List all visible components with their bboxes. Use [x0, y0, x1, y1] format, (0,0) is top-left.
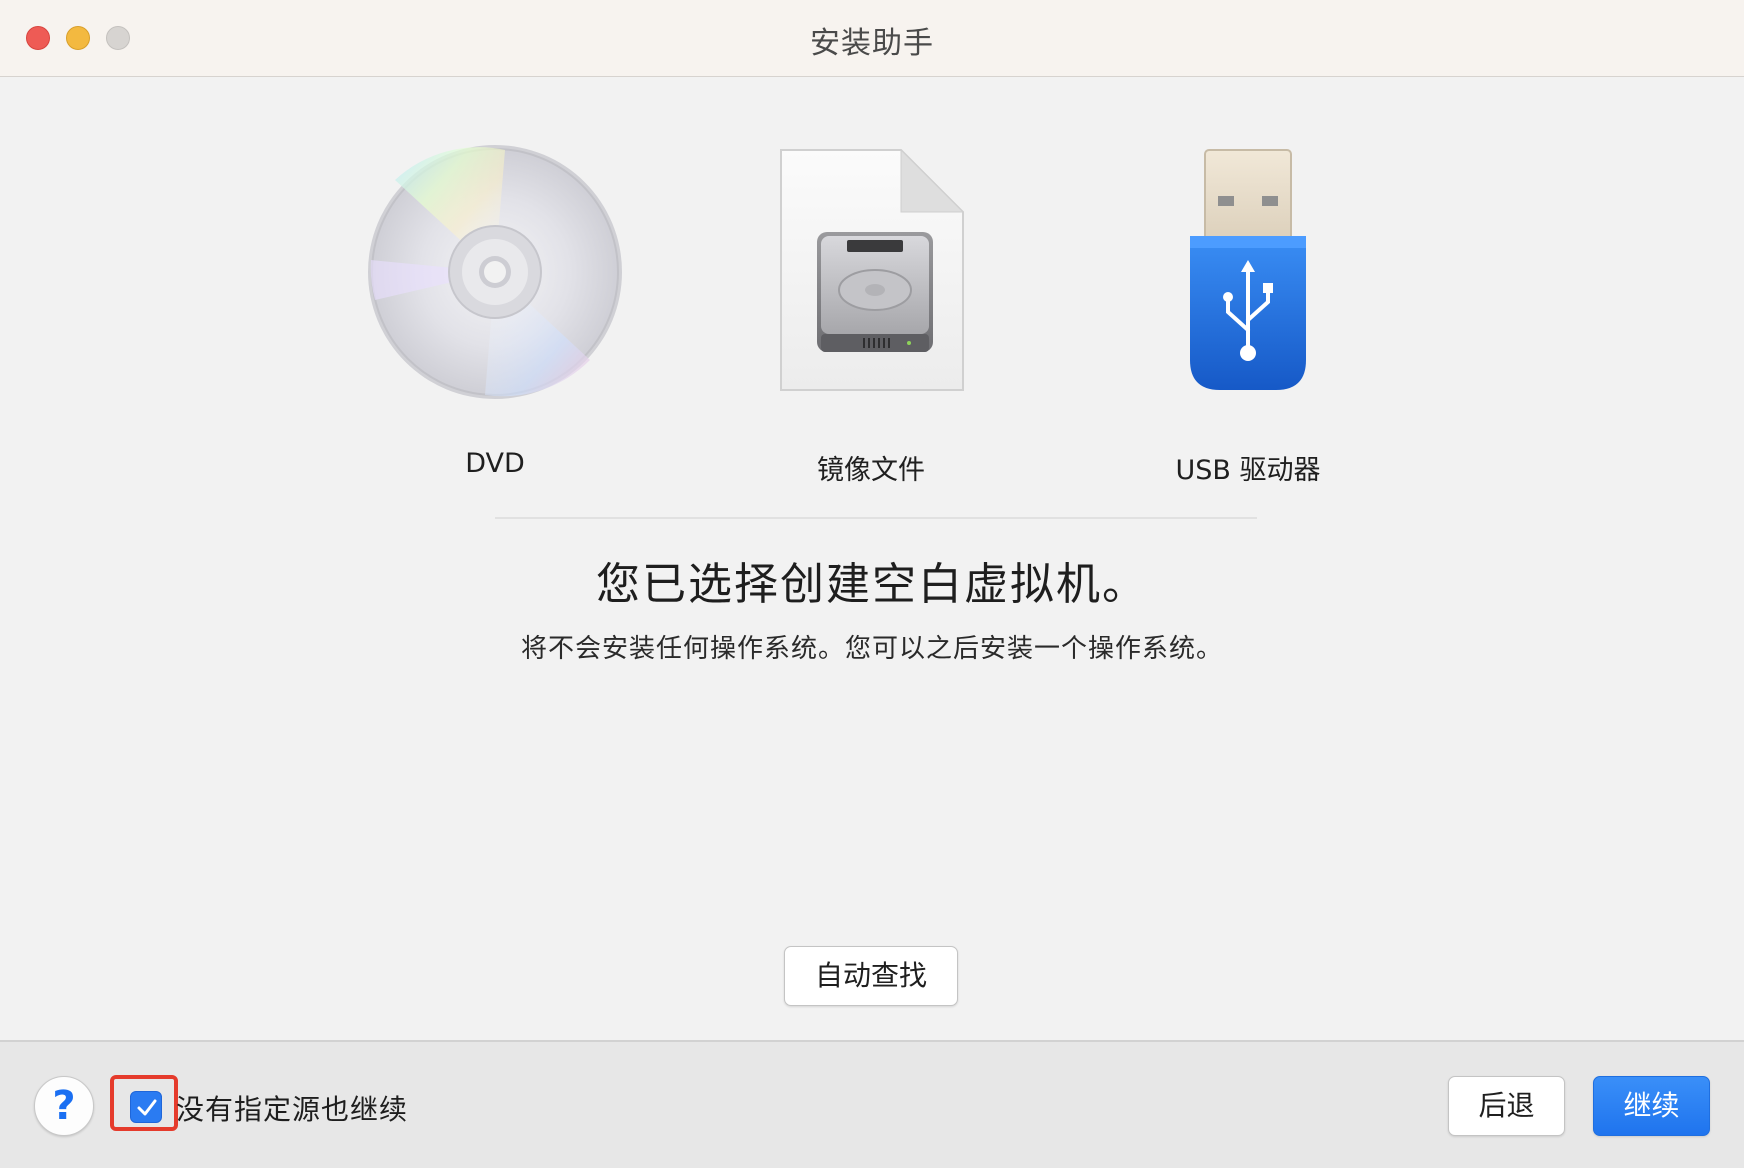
- dvd-disc-icon: [335, 140, 655, 410]
- source-option-image-file[interactable]: 镜像文件: [711, 140, 1031, 490]
- description: 将不会安装任何操作系统。您可以之后安装一个操作系统。: [520, 634, 1223, 664]
- continue-without-source-label[interactable]: 没有指定源也继续: [176, 1088, 408, 1128]
- auto-find-button[interactable]: 自动查找: [784, 946, 958, 1006]
- continue-without-source-checkbox[interactable]: [130, 1091, 162, 1123]
- window-title: 安装助手: [810, 26, 934, 61]
- footer-bar: ? 没有指定源也继续 后退 继续: [0, 1040, 1744, 1168]
- install-assistant-window: 安装助手 DVD 镜像文件 USB 驱动器 您已选择创建空白虚拟机。 将不会安装…: [0, 0, 1744, 1168]
- source-option-dvd[interactable]: DVD: [335, 140, 655, 490]
- checkmark-icon: [137, 1099, 157, 1116]
- source-label-dvd: DVD: [465, 448, 525, 479]
- source-label-usb-drive: USB 驱动器: [1175, 455, 1321, 486]
- source-label-image-file: 镜像文件: [817, 455, 925, 486]
- continue-button[interactable]: 继续: [1593, 1076, 1710, 1136]
- divider: [495, 517, 1257, 519]
- help-button[interactable]: ?: [34, 1076, 94, 1136]
- title-bar: 安装助手: [0, 0, 1744, 77]
- disk-image-file-icon: [711, 140, 1031, 410]
- back-button[interactable]: 后退: [1448, 1076, 1565, 1136]
- source-option-usb-drive[interactable]: USB 驱动器: [1088, 140, 1408, 490]
- help-question-icon: ?: [52, 1083, 76, 1129]
- headline: 您已选择创建空白虚拟机。: [596, 559, 1148, 610]
- usb-drive-icon: [1088, 140, 1408, 410]
